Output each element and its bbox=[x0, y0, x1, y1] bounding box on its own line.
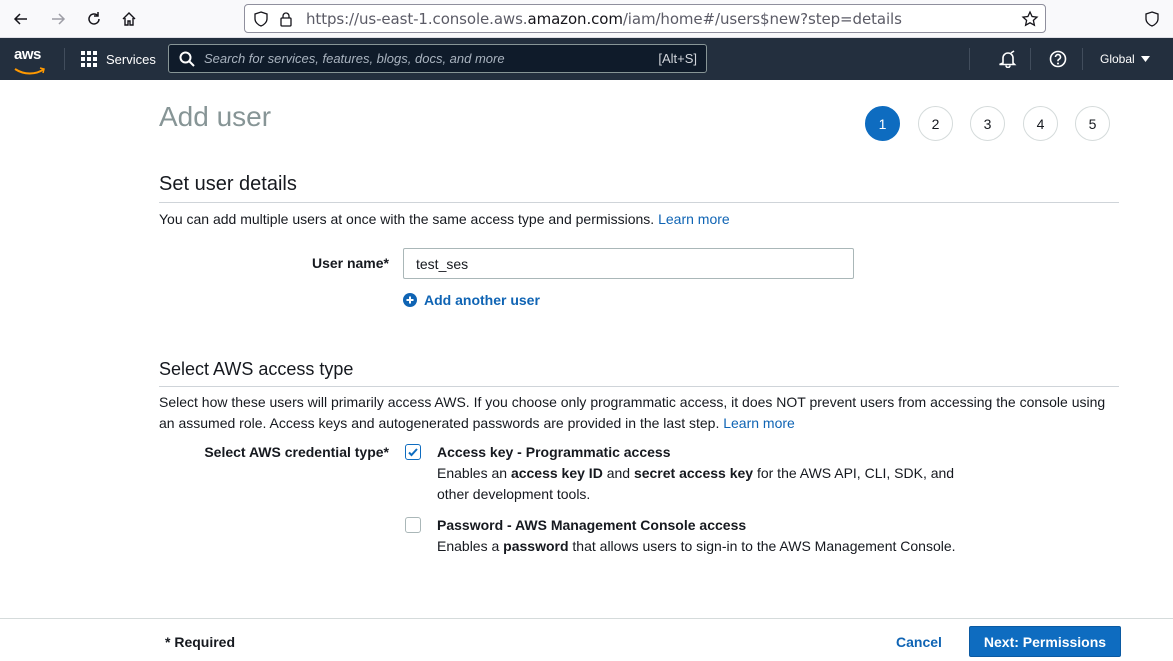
section-divider bbox=[159, 386, 1119, 387]
help-icon[interactable] bbox=[1049, 50, 1067, 68]
plus-circle-icon bbox=[403, 293, 417, 307]
aws-smile-icon bbox=[14, 67, 45, 75]
search-shortcut: [Alt+S] bbox=[658, 51, 697, 66]
add-another-user-label: Add another user bbox=[424, 292, 540, 308]
page-title: Add user bbox=[159, 101, 272, 132]
search-input[interactable]: Search for services, features, blogs, do… bbox=[168, 44, 707, 73]
back-icon[interactable] bbox=[9, 7, 33, 31]
next-permissions-button[interactable]: Next: Permissions bbox=[969, 626, 1121, 657]
step-3[interactable]: 3 bbox=[970, 106, 1005, 141]
credential-type-label: Select AWS credential type* bbox=[204, 444, 389, 460]
section-divider bbox=[159, 202, 1119, 203]
region-label: Global bbox=[1100, 52, 1135, 66]
access-key-option-title: Access key - Programmatic access bbox=[437, 444, 671, 460]
required-note: * Required bbox=[165, 634, 236, 650]
step-5[interactable]: 5 bbox=[1075, 106, 1110, 141]
user-details-description: You can add multiple users at once with … bbox=[159, 211, 730, 227]
address-bar[interactable]: https://us-east-1.console.aws.amazon.com… bbox=[244, 4, 1046, 33]
nav-divider bbox=[64, 48, 65, 70]
learn-more-link[interactable]: Learn more bbox=[723, 415, 795, 431]
bookmark-star-icon[interactable] bbox=[1021, 10, 1039, 28]
shield-extension-icon[interactable] bbox=[1140, 7, 1164, 31]
footer-divider bbox=[0, 618, 1173, 619]
password-option-description: Enables a password that allows users to … bbox=[437, 538, 956, 554]
nav-divider bbox=[969, 48, 970, 70]
services-menu[interactable]: Services bbox=[80, 50, 156, 68]
access-type-title: Select AWS access type bbox=[159, 359, 354, 379]
username-input[interactable]: test_ses bbox=[403, 248, 854, 279]
services-label: Services bbox=[106, 51, 156, 67]
access-key-option-description: Enables an access key ID and secret acce… bbox=[437, 465, 955, 502]
learn-more-link[interactable]: Learn more bbox=[658, 211, 730, 227]
bell-icon[interactable] bbox=[999, 50, 1017, 68]
lock-icon bbox=[280, 12, 292, 27]
home-icon[interactable] bbox=[117, 7, 141, 31]
reload-icon[interactable] bbox=[82, 7, 106, 31]
access-key-checkbox[interactable] bbox=[405, 444, 421, 460]
step-4[interactable]: 4 bbox=[1023, 106, 1058, 141]
aws-top-nav: aws Services Search for services, featur… bbox=[0, 38, 1173, 80]
caret-down-icon bbox=[1140, 56, 1150, 62]
url-text: https://us-east-1.console.aws.amazon.com… bbox=[306, 10, 902, 28]
step-2[interactable]: 2 bbox=[918, 106, 953, 141]
search-placeholder: Search for services, features, blogs, do… bbox=[204, 51, 505, 66]
add-another-user-button[interactable]: Add another user bbox=[403, 292, 540, 308]
region-selector[interactable]: Global bbox=[1100, 52, 1150, 66]
search-icon bbox=[179, 51, 195, 67]
aws-logo[interactable]: aws bbox=[14, 47, 46, 80]
cancel-button[interactable]: Cancel bbox=[896, 634, 942, 650]
grid-icon bbox=[81, 51, 97, 67]
user-details-title: Set user details bbox=[159, 173, 297, 195]
step-1[interactable]: 1 bbox=[865, 106, 900, 141]
password-checkbox[interactable] bbox=[405, 517, 421, 533]
shield-icon bbox=[254, 11, 268, 27]
forward-icon[interactable] bbox=[46, 7, 70, 31]
password-option-title: Password - AWS Management Console access bbox=[437, 517, 747, 533]
browser-toolbar: https://us-east-1.console.aws.amazon.com… bbox=[0, 0, 1173, 38]
username-label: User name* bbox=[311, 255, 389, 271]
check-icon bbox=[408, 448, 418, 457]
access-type-description: Select how these users will primarily ac… bbox=[159, 394, 1106, 431]
nav-divider bbox=[1082, 48, 1083, 70]
nav-divider bbox=[1030, 48, 1031, 70]
